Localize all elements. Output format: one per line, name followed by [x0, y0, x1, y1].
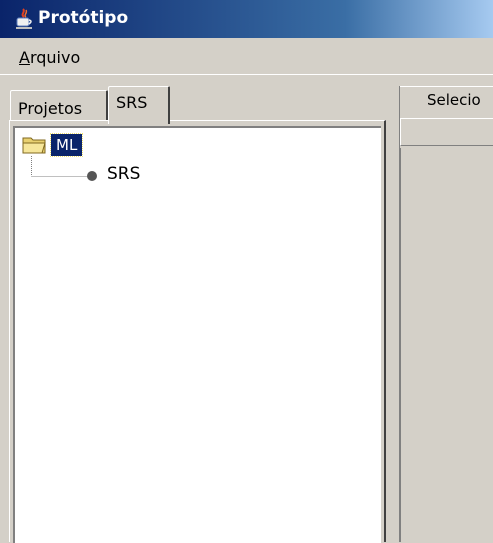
- menu-arquivo-mnemonic: A: [19, 48, 30, 67]
- tab-srs-label: SRS: [116, 93, 148, 112]
- tree-node-srs[interactable]: SRS: [107, 164, 140, 184]
- open-folder-icon[interactable]: [22, 135, 48, 155]
- tree-root-node[interactable]: ML: [49, 133, 84, 157]
- menu-arquivo[interactable]: Arquivo: [19, 48, 80, 67]
- project-tree[interactable]: ML SRS: [13, 126, 381, 543]
- java-cup-icon: [16, 8, 32, 29]
- right-panel: Selecio: [399, 86, 493, 542]
- tree-connector: [31, 156, 87, 177]
- tab-projetos[interactable]: Projetos: [10, 90, 108, 122]
- tab-selecionar[interactable]: Selecio: [400, 86, 493, 116]
- menu-arquivo-label: rquivo: [29, 48, 81, 67]
- title-bar[interactable]: Protótipo: [0, 0, 493, 38]
- tab-projetos-label: Projetos: [18, 99, 83, 118]
- leaf-node-icon: [87, 171, 97, 181]
- right-panel-body: [400, 148, 493, 542]
- left-panel: ML SRS: [9, 120, 386, 543]
- window-title: Protótipo: [38, 8, 129, 28]
- right-panel-header: [400, 118, 493, 146]
- menu-bar: Arquivo: [0, 38, 493, 75]
- left-tabstrip: Projetos SRS: [0, 86, 390, 124]
- tab-srs[interactable]: SRS: [108, 86, 170, 124]
- tab-selecionar-label: Selecio: [427, 91, 481, 109]
